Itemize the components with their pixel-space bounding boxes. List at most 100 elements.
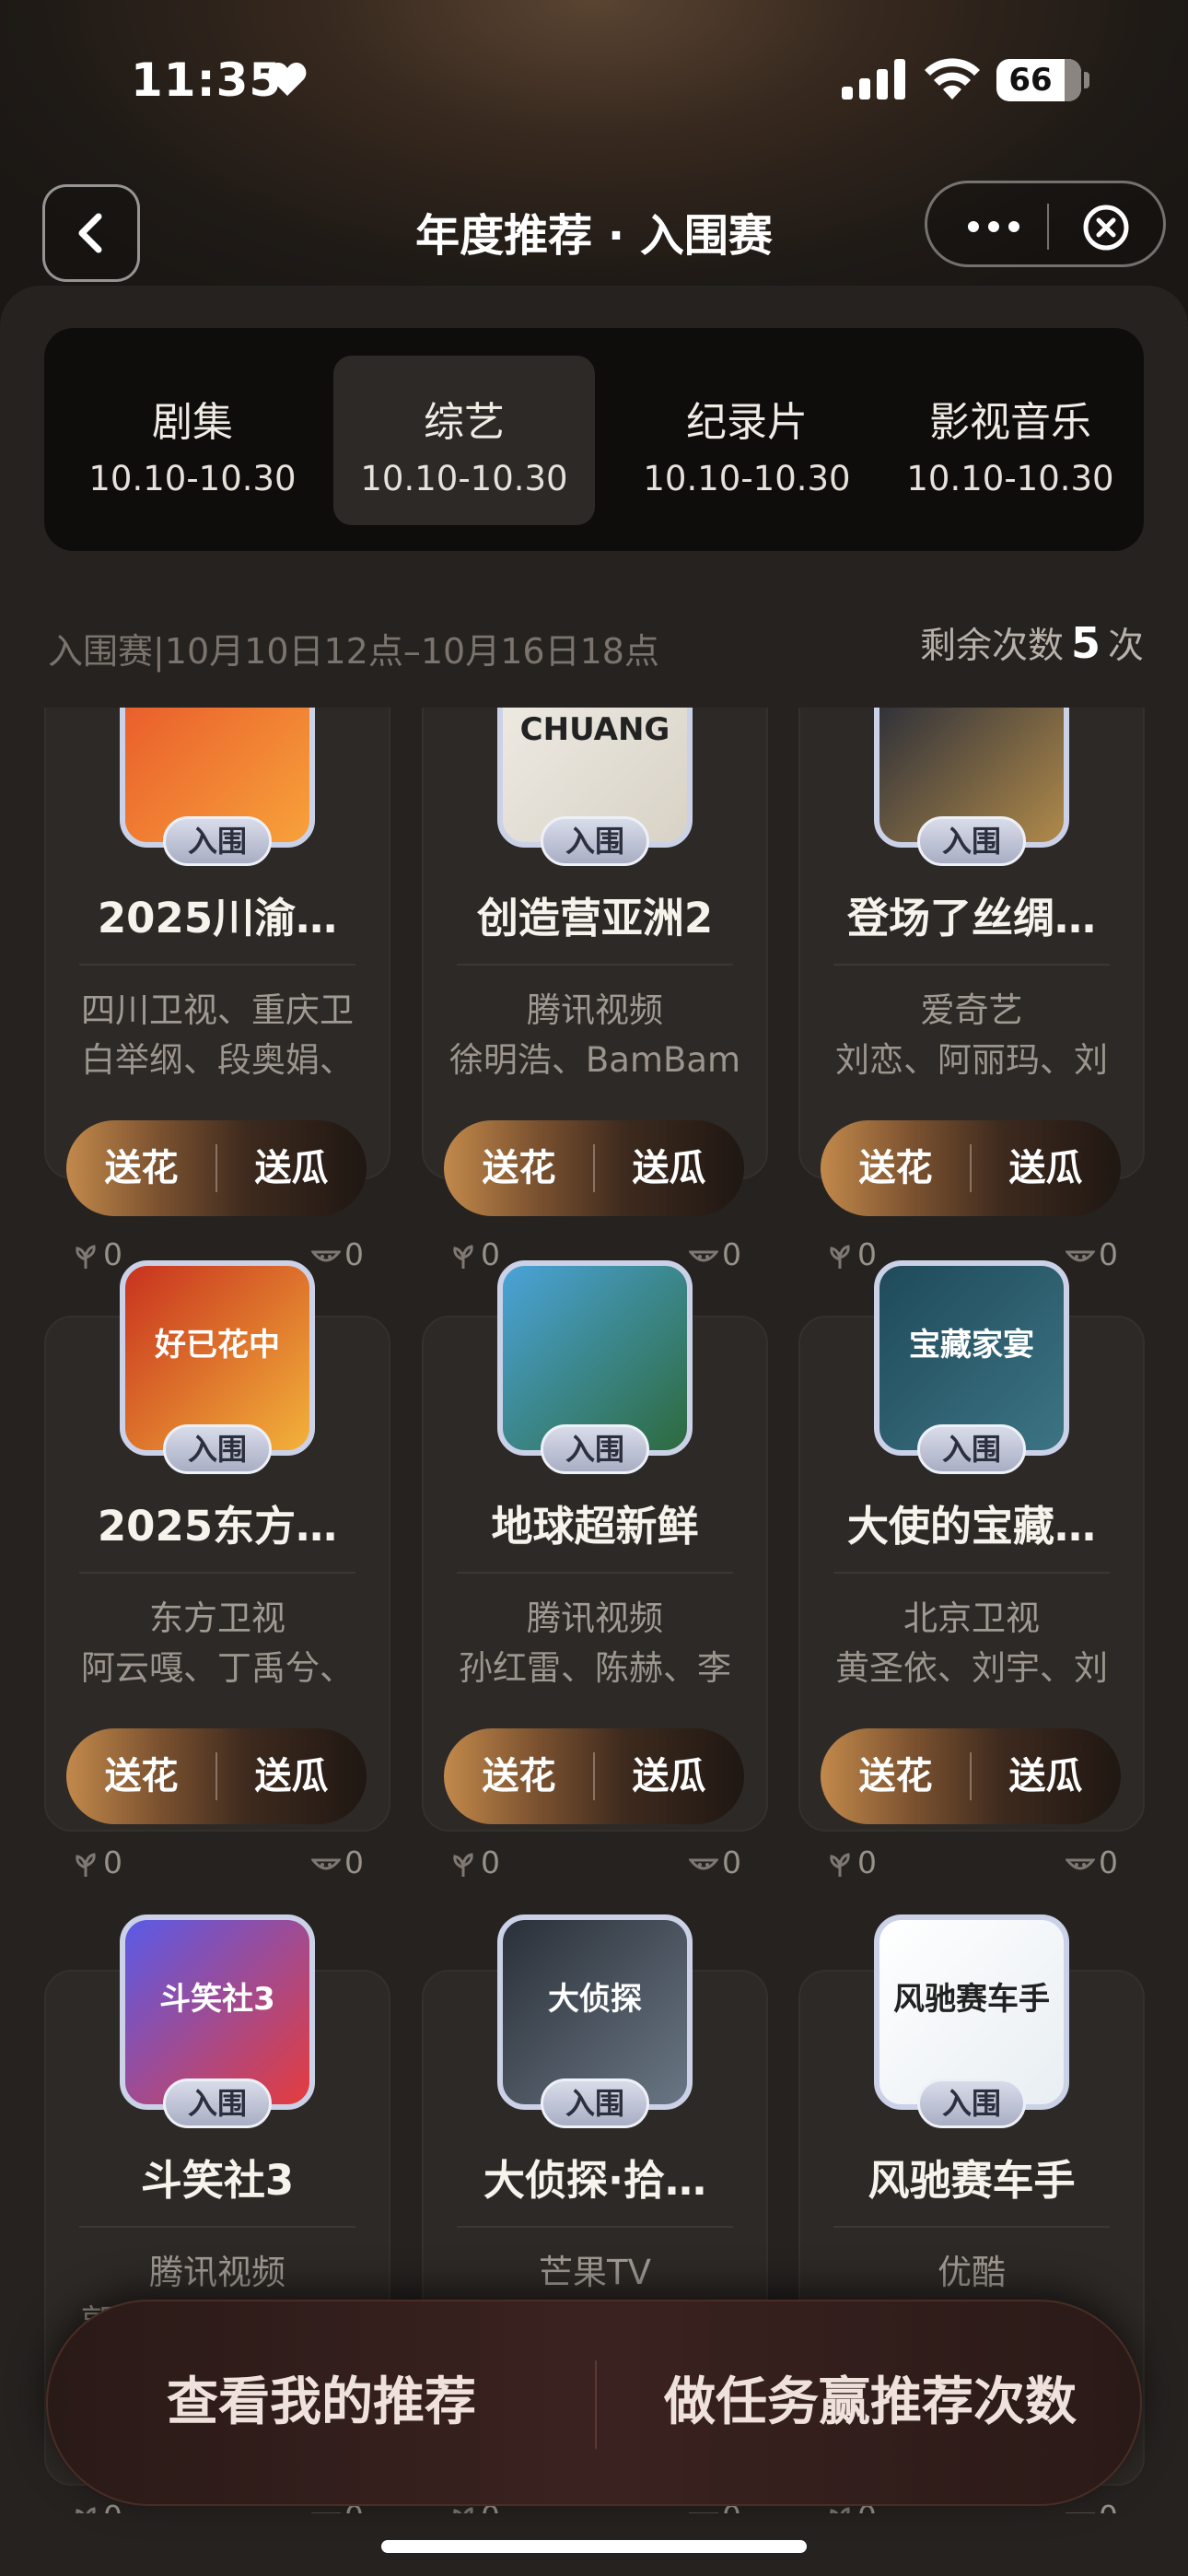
divider (79, 964, 355, 966)
poster-text: 宝藏家宴 (909, 1327, 1034, 1364)
vote-buttons: 送花送瓜 (66, 1120, 367, 1216)
melon-count: 0 (309, 1236, 364, 1272)
flower-icon (76, 1244, 96, 1269)
divider (457, 964, 733, 966)
send-flower-button[interactable]: 送花 (821, 1120, 971, 1216)
more-icon[interactable] (966, 211, 1021, 242)
remaining-label: 剩余次数 (919, 626, 1064, 667)
status-bar: 11:35 66 (0, 0, 1188, 157)
send-melon-button[interactable]: 送瓜 (971, 1120, 1121, 1216)
shortlisted-badge: 入围 (541, 816, 649, 866)
divider (457, 2226, 733, 2228)
divider (79, 2226, 355, 2228)
divider (833, 2226, 1110, 2228)
vote-buttons: 送花送瓜 (66, 1728, 367, 1824)
melon-count: 0 (687, 1844, 741, 1880)
show-title: 大侦探·拾… (483, 2156, 707, 2205)
vote-buttons: 送花送瓜 (821, 1120, 1121, 1216)
status-time: 11:35 (131, 53, 283, 107)
poster-text: 好已花中 (155, 1327, 280, 1364)
flower-count-value: 0 (857, 1844, 877, 1880)
divider (457, 1572, 733, 1574)
mini-program-capsule (925, 181, 1166, 267)
poster-text: 斗笑社3 (159, 1981, 275, 2018)
shortlisted-badge: 入围 (917, 2078, 1026, 2128)
bottom-action-bar: 查看我的推荐 做任务赢推荐次数 (46, 2300, 1142, 2506)
flower-icon (830, 1852, 850, 1877)
tab-variety[interactable]: 综艺 10.10-10.30 (333, 356, 595, 525)
show-platform: 优酷 (938, 2253, 1006, 2292)
show-platform: 腾讯视频 (149, 2253, 285, 2292)
melon-count-value: 0 (1099, 1236, 1118, 1272)
remaining-count: 5 (1070, 618, 1101, 668)
show-title: 2025东方… (97, 1502, 338, 1551)
melon-seed-icon (309, 1858, 343, 1869)
send-flower-button[interactable]: 送花 (821, 1728, 971, 1824)
shortlisted-badge: 入围 (541, 1424, 649, 1474)
send-flower-button[interactable]: 送花 (66, 1120, 216, 1216)
send-melon-button[interactable]: 送瓜 (971, 1728, 1121, 1824)
show-platform: 腾讯视频 (527, 1598, 663, 1638)
shortlisted-badge: 入围 (163, 2078, 272, 2128)
divider (833, 964, 1110, 966)
tab-drama[interactable]: 剧集 10.10-10.30 (61, 356, 324, 525)
flower-count-value: 0 (481, 1844, 500, 1880)
shortlisted-badge: 入围 (541, 2078, 649, 2128)
battery-level: 66 (1008, 62, 1053, 99)
send-melon-button[interactable]: 送瓜 (216, 1120, 367, 1216)
battery-tip (1084, 72, 1089, 88)
melon-count-value: 0 (1099, 1844, 1118, 1880)
tab-film-music[interactable]: 影视音乐 10.10-10.30 (879, 356, 1142, 525)
divider (79, 1572, 355, 1574)
tab-title: 综艺 (424, 399, 505, 446)
melon-count: 0 (687, 1236, 741, 1272)
close-icon[interactable] (1082, 204, 1130, 252)
melon-count: 0 (309, 1844, 364, 1880)
melon-seed-icon (1064, 2512, 1097, 2513)
flower-icon (76, 1852, 96, 1877)
show-platform: 腾讯视频 (527, 990, 663, 1030)
melon-count: 0 (1064, 1844, 1118, 1880)
send-flower-button[interactable]: 送花 (444, 1728, 594, 1824)
send-melon-button[interactable]: 送瓜 (594, 1120, 744, 1216)
show-grid: 入围 2025川渝… 四川卫视、重庆卫 白举纲、段奥娟、 送花 送瓜 0 0 CHUANG 入围创… (0, 708, 1188, 2513)
round-period: 入围赛|10月10日12点–10月16日18点 (48, 631, 659, 672)
earn-votes-button[interactable]: 做任务赢推荐次数 (597, 2301, 1144, 2504)
flower-count-value: 0 (103, 1236, 122, 1272)
send-flower-button[interactable]: 送花 (444, 1120, 594, 1216)
tab-date: 10.10-10.30 (360, 459, 568, 498)
show-platform: 北京卫视 (903, 1598, 1040, 1638)
show-title: 斗笑社3 (140, 2156, 295, 2205)
send-flower-button[interactable]: 送花 (66, 1728, 216, 1824)
show-title: 大使的宝藏… (846, 1502, 1096, 1551)
show-title: 登场了丝绸… (846, 894, 1096, 943)
melon-count-value: 0 (722, 1844, 741, 1880)
melon-count-value: 0 (344, 1844, 364, 1880)
melon-seed-icon (1064, 1250, 1097, 1261)
shortlisted-badge: 入围 (163, 816, 272, 866)
wifi-icon (925, 58, 980, 100)
show-title: 地球超新鲜 (491, 1502, 699, 1551)
melon-seed-icon (687, 2512, 720, 2513)
flower-icon (453, 1244, 473, 1269)
cellular-signal-icon (842, 59, 905, 100)
home-indicator (381, 2540, 807, 2553)
tab-title: 剧集 (152, 399, 233, 446)
show-platform: 芒果TV (539, 2253, 651, 2292)
vote-buttons: 送花送瓜 (821, 1728, 1121, 1824)
flower-icon (453, 1852, 473, 1877)
show-title: 创造营亚洲2 (476, 894, 714, 943)
tab-title: 影视音乐 (929, 399, 1091, 446)
category-tabs: 剧集 10.10-10.30 综艺 10.10-10.30 纪录片 10.10-… (44, 328, 1144, 551)
shortlisted-badge: 入围 (163, 1424, 272, 1474)
send-melon-button[interactable]: 送瓜 (216, 1728, 367, 1824)
view-my-recommendations-button[interactable]: 查看我的推荐 (48, 2301, 595, 2504)
tab-documentary[interactable]: 纪录片 10.10-10.30 (615, 356, 879, 525)
heart-icon (268, 63, 307, 96)
show-cast: 徐明浩、BamBam (448, 1040, 741, 1076)
show-cast: 刘恋、阿丽玛、刘 (835, 1040, 1108, 1076)
flower-icon (76, 2506, 96, 2513)
melon-count-value: 0 (344, 1236, 364, 1272)
send-melon-button[interactable]: 送瓜 (594, 1728, 744, 1824)
poster-text: 风驰赛车手 (893, 1981, 1050, 2018)
